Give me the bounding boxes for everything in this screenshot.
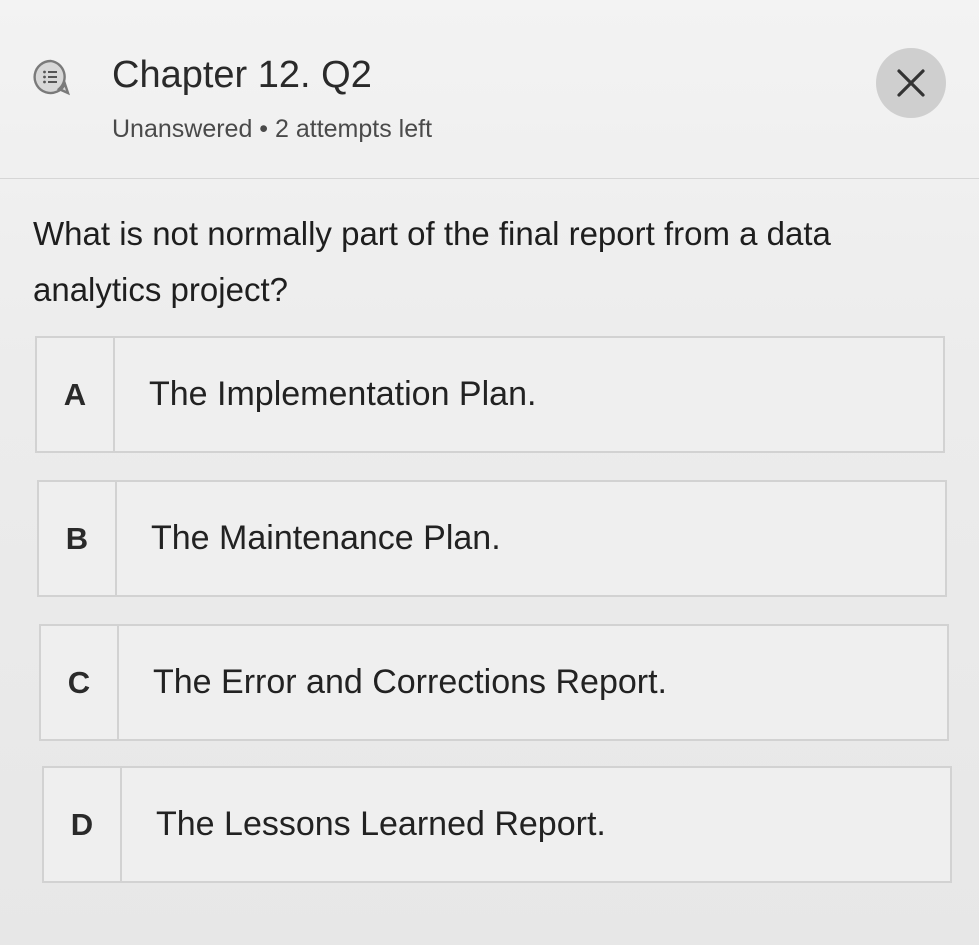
option-letter: A <box>37 338 115 451</box>
answer-option-a[interactable]: A The Implementation Plan. <box>35 336 945 453</box>
option-text: The Error and Corrections Report. <box>153 663 667 701</box>
option-text: The Maintenance Plan. <box>151 519 501 557</box>
close-icon <box>897 69 925 97</box>
question-text: What is not normally part of the final r… <box>33 215 831 308</box>
option-text: The Implementation Plan. <box>149 375 537 413</box>
answer-option-b[interactable]: B The Maintenance Plan. <box>37 480 947 597</box>
attempts-status: Unanswered • 2 attempts left <box>112 115 433 143</box>
answer-option-d[interactable]: D The Lessons Learned Report. <box>42 766 952 883</box>
close-button[interactable] <box>876 48 946 118</box>
option-text: The Lessons Learned Report. <box>156 805 606 843</box>
answer-option-c[interactable]: C The Error and Corrections Report. <box>39 624 949 741</box>
question-header: Chapter 12. Q2 Unanswered • 2 attempts l… <box>0 0 979 179</box>
quiz-list-icon <box>33 59 70 96</box>
option-letter: D <box>44 768 122 881</box>
option-letter: C <box>41 626 119 739</box>
question-title: Chapter 12. Q2 <box>112 54 372 96</box>
option-letter: B <box>39 482 117 595</box>
